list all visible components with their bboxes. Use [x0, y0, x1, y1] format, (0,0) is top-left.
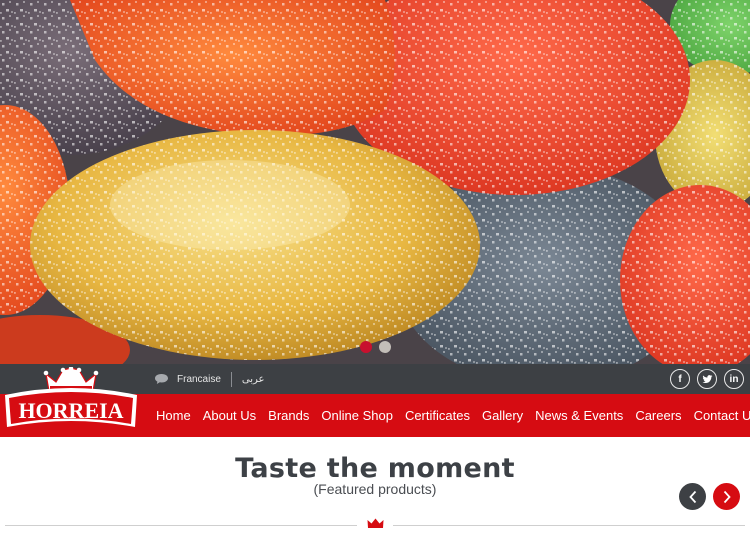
social-links: f in [670, 369, 744, 389]
nav-item-news-events[interactable]: News & Events [529, 408, 629, 423]
twitter-icon[interactable] [697, 369, 717, 389]
twitter-bird-icon [702, 374, 712, 383]
linkedin-icon[interactable]: in [724, 369, 744, 389]
nav-item-certificates[interactable]: Certificates [399, 408, 476, 423]
main-nav: Home About Us Brands Online Shop Certifi… [150, 394, 750, 437]
section-divider-left [5, 525, 357, 526]
slider-dot-2[interactable] [379, 341, 391, 353]
nav-item-about-us[interactable]: About Us [197, 408, 262, 423]
language-french-link[interactable]: Francaise [177, 374, 221, 385]
chat-bubble-icon [155, 374, 168, 384]
nav-item-brands[interactable]: Brands [262, 408, 315, 423]
carousel-prev-button[interactable] [679, 483, 706, 510]
logo-wordmark: HORREIA [18, 398, 123, 423]
crown-icon [43, 367, 99, 392]
language-arabic-link[interactable]: عربى [242, 374, 265, 385]
section-divider-right [393, 525, 745, 526]
nav-item-contact-us[interactable]: Contact Us [688, 408, 750, 423]
featured-products-section: Taste the moment (Featured products) [0, 437, 750, 547]
carousel-next-button[interactable] [713, 483, 740, 510]
facebook-icon[interactable]: f [670, 369, 690, 389]
chevron-right-icon [723, 490, 731, 503]
horreia-logo[interactable]: HORREIA [2, 367, 140, 435]
nav-item-online-shop[interactable]: Online Shop [315, 408, 399, 423]
crown-divider-icon [367, 518, 384, 528]
hero-candy-image [0, 0, 750, 364]
language-divider [230, 371, 232, 387]
section-subtitle: (Featured products) [313, 481, 437, 497]
language-switcher: Francaise عربى [154, 364, 265, 394]
hero-slider [0, 0, 750, 364]
chevron-left-icon [688, 490, 696, 503]
slider-pagination [360, 341, 391, 353]
nav-item-home[interactable]: Home [150, 408, 197, 423]
nav-item-careers[interactable]: Careers [629, 408, 687, 423]
slider-dot-1[interactable] [360, 341, 372, 353]
nav-item-gallery[interactable]: Gallery [476, 408, 529, 423]
section-title: Taste the moment [235, 453, 515, 484]
